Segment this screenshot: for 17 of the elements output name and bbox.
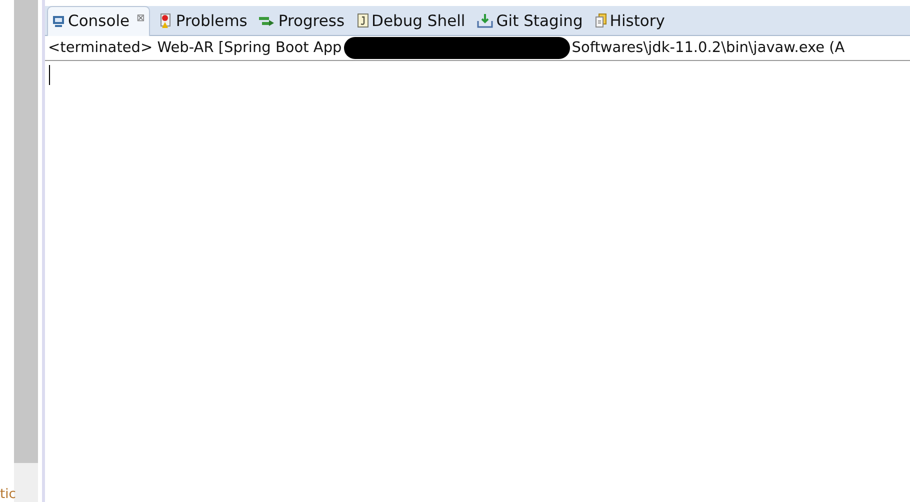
view-tab[interactable]: Progress bbox=[256, 6, 348, 35]
monitor-icon bbox=[52, 14, 65, 28]
view-tab[interactable]: Problems bbox=[156, 6, 250, 35]
view-tab[interactable]: Git Staging bbox=[474, 6, 586, 35]
close-icon[interactable]: ⊠ bbox=[136, 12, 145, 24]
view-tab[interactable]: History bbox=[592, 6, 668, 35]
process-status: <terminated> Web-AR [Spring Boot App bbox=[48, 40, 342, 56]
side-label: tic bbox=[0, 487, 16, 502]
text-cursor bbox=[49, 65, 50, 85]
view-tab[interactable]: Debug Shell bbox=[354, 6, 468, 35]
document-icon bbox=[356, 13, 369, 28]
process-path: Softwares\jdk-11.0.2\bin\javaw.exe (A bbox=[572, 40, 845, 56]
warning-error-icon bbox=[158, 12, 173, 28]
progress-icon bbox=[259, 14, 276, 26]
documents-icon bbox=[594, 12, 607, 28]
view-tab[interactable]: Console ⊠ bbox=[47, 6, 150, 36]
download-tray-icon bbox=[477, 13, 494, 28]
